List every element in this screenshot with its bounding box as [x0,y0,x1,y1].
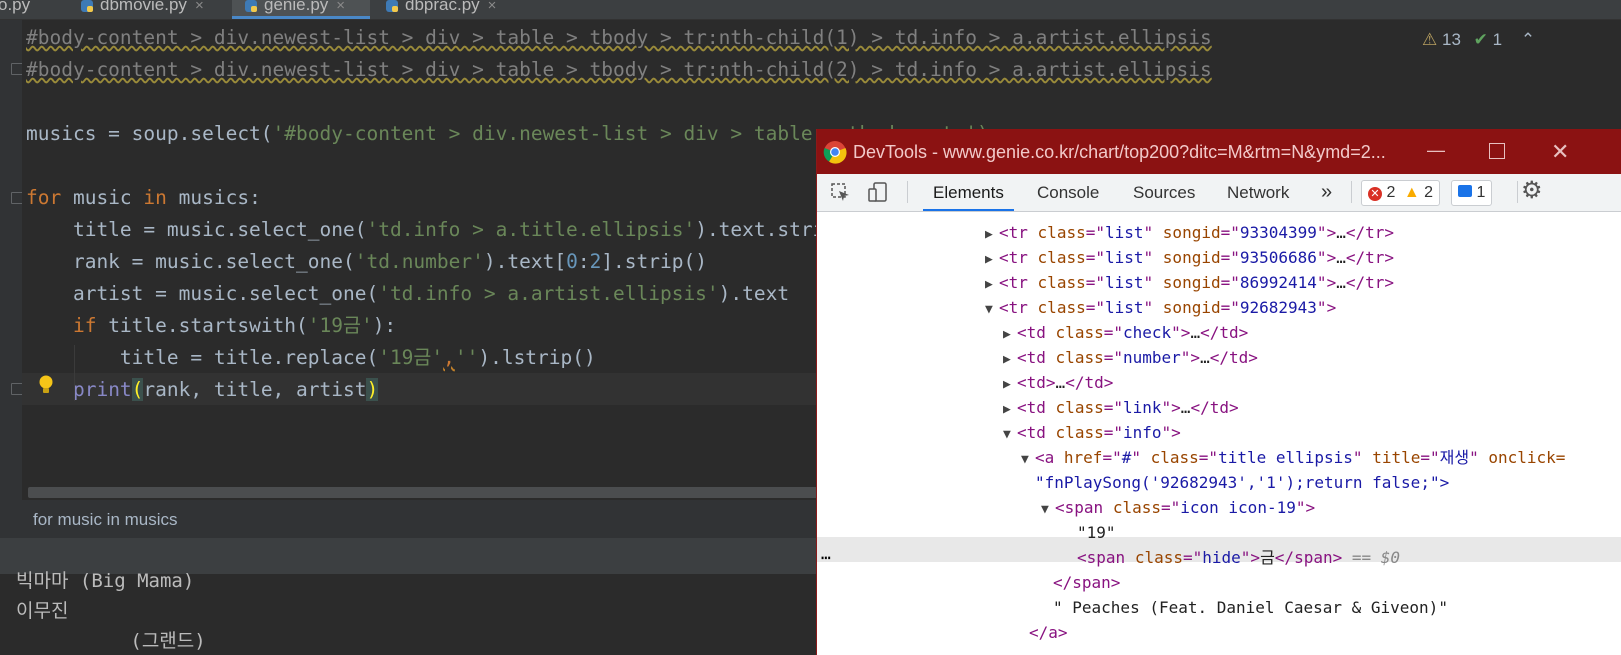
device-toolbar-icon[interactable] [867,181,889,203]
python-file-icon [386,0,398,12]
devtools-title: DevTools - www.genie.co.kr/chart/top200?… [853,142,1386,162]
chrome-logo-icon [823,141,847,164]
breadcrumb: for music in musics [0,500,816,538]
lightbulb-icon[interactable] [38,374,54,396]
editor-tab-genie[interactable]: genie.py × [232,0,370,19]
devtools-toolbar: Elements Console Sources Network » ✕ 2 ▲… [817,174,1621,212]
error-icon: ✕ [1368,187,1382,201]
close-tab-icon[interactable]: × [195,0,204,14]
elements-dom-tree[interactable]: ▶ <tr class="list" songid="93304399">…</t… [817,212,1621,655]
run-console[interactable]: 빅마마 (Big Mama) 이무진 (그랜드) [0,570,816,655]
code-line: title = title.replace('19금','').lstrip() [26,346,596,369]
tab-sources[interactable]: Sources [1133,174,1195,211]
expand-triangle-icon[interactable]: ▶ [985,272,999,297]
toolbar-separator [907,181,908,203]
expand-triangle-icon[interactable]: ▶ [1003,372,1017,397]
dom-node-td[interactable]: ▶ <td class="check">…</td> [1003,320,1248,345]
dom-close-a[interactable]: </a> [1029,620,1068,645]
close-tab-icon[interactable]: × [488,0,497,14]
tab-label: dbmovie.py [100,0,187,14]
editor-tab-dbprac[interactable]: dbprac.py × [385,0,496,19]
dom-attr-continuation[interactable]: "fnPlaySong('92682943','1');return false… [1035,470,1449,495]
dom-node-tr[interactable]: ▶ <tr class="list" songid="86992414">…</t… [985,270,1394,295]
tab-network[interactable]: Network [1227,174,1289,211]
close-window-icon[interactable]: ✕ [1551,129,1569,174]
warning-icon: ⚠ [1422,30,1438,49]
python-file-icon [245,0,257,12]
error-count: 2 [1386,184,1396,201]
dom-node-td[interactable]: ▼ <td class="info"> [1003,420,1181,445]
dom-node-tr[interactable]: ▼ <tr class="list" songid="92682943"> [985,295,1336,320]
editor-horizontal-scrollbar[interactable] [28,487,818,498]
settings-gear-icon[interactable]: ⚙ [1521,176,1543,205]
code-comment: #body-content > div.newest-list > div > … [26,26,1212,49]
dom-text-node[interactable]: "19" [1077,520,1116,545]
code-line: rank = music.select_one('td.number').tex… [26,250,707,273]
python-file-icon [81,0,93,12]
dom-close-span[interactable]: </span> [1053,570,1120,595]
warning-count: 2 [1424,184,1434,201]
node-actions-icon[interactable]: ⋯ [821,545,831,570]
dom-node-tr[interactable]: ▶ <tr class="list" songid="93506686">…</t… [985,245,1394,270]
console-line: 이무진 [16,600,69,622]
message-icon [1458,185,1472,197]
dom-node-span-selected[interactable]: <span class="hide">금</span> == $0 [1077,545,1400,570]
console-line: 빅마마 (Big Mama) [16,570,195,592]
warning-icon: ▲ [1403,184,1420,201]
expand-triangle-icon[interactable]: ▶ [1003,347,1017,372]
issues-badge[interactable]: ✕ 2 ▲ 2 [1361,180,1441,206]
expand-triangle-icon[interactable]: ▶ [1003,397,1017,422]
message-count: 1 [1476,184,1486,201]
line-gutter [0,20,22,500]
collapse-triangle-icon[interactable]: ▼ [1041,497,1055,522]
ok-count: 1 [1492,30,1503,49]
dom-node-a[interactable]: ▼ <a href="#" class="title ellipsis" titl… [1021,445,1565,470]
breadcrumb-item[interactable]: for music in musics [33,510,178,529]
expand-triangle-icon[interactable]: ▶ [985,247,999,272]
devtools-title-bar: DevTools - www.genie.co.kr/chart/top200?… [817,129,1621,174]
code-line: for music in musics: [26,186,261,209]
chevron-up-icon[interactable]: ⌃ [1521,30,1535,49]
code-line: if title.startswith('19금'): [72,314,397,337]
dom-node-td[interactable]: ▶ <td class="number">…</td> [1003,345,1258,370]
collapse-triangle-icon[interactable]: ▼ [1021,447,1035,472]
check-icon: ✔ [1473,30,1488,49]
devtools-window: DevTools - www.genie.co.kr/chart/top200?… [816,129,1621,655]
minimize-icon[interactable]: — [1427,129,1445,173]
code-line: print(rank, title, artist) [72,378,379,401]
toolbar-separator [1517,181,1518,203]
editor-tab-dbmovie[interactable]: dbmovie.py × [80,0,204,19]
tab-label: dbprac.py [405,0,480,14]
code-line: artist = music.select_one('td.info > a.a… [26,282,790,305]
dom-text-node[interactable]: " Peaches (Feat. Daniel Caesar & Giveon)… [1053,595,1448,620]
expand-triangle-icon[interactable]: ▶ [1003,322,1017,347]
console-line: (그랜드) [16,630,206,652]
maximize-icon[interactable] [1489,143,1505,159]
editor-tab-bar: o.py dbmovie.py × genie.py × dbprac.py × [0,0,1621,20]
inspection-widget[interactable]: ⚠ 13 ✔ 1 ⌃ [1422,30,1535,50]
messages-badge[interactable]: 1 [1451,180,1493,206]
expand-triangle-icon[interactable]: ▶ [985,222,999,247]
dom-node-td[interactable]: ▶ <td class="link">…</td> [1003,395,1239,420]
warning-count: 13 [1441,30,1461,49]
toolbar-separator [1351,181,1352,203]
indent-guide [74,345,75,401]
code-line: title = music.select_one('td.info > a.ti… [26,218,860,241]
tab-elements[interactable]: Elements [923,174,1014,211]
code-comment: #body-content > div.newest-list > div > … [26,58,1212,81]
tab-label: o.py [0,0,31,14]
more-tabs-icon[interactable]: » [1321,174,1332,211]
tab-console[interactable]: Console [1037,174,1099,211]
close-tab-icon[interactable]: × [336,0,345,14]
dom-node-span[interactable]: ▼ <span class="icon icon-19"> [1041,495,1315,520]
dom-node-td[interactable]: ▶ <td>…</td> [1003,370,1113,395]
inspect-element-icon[interactable] [831,183,851,203]
dom-node-tr[interactable]: ▶ <tr class="list" songid="93304399">…</t… [985,220,1394,245]
tab-label: genie.py [264,0,329,14]
collapse-triangle-icon[interactable]: ▼ [1003,422,1017,447]
editor-tab-o-py[interactable]: o.py [0,0,30,19]
collapse-triangle-icon[interactable]: ▼ [985,297,999,322]
